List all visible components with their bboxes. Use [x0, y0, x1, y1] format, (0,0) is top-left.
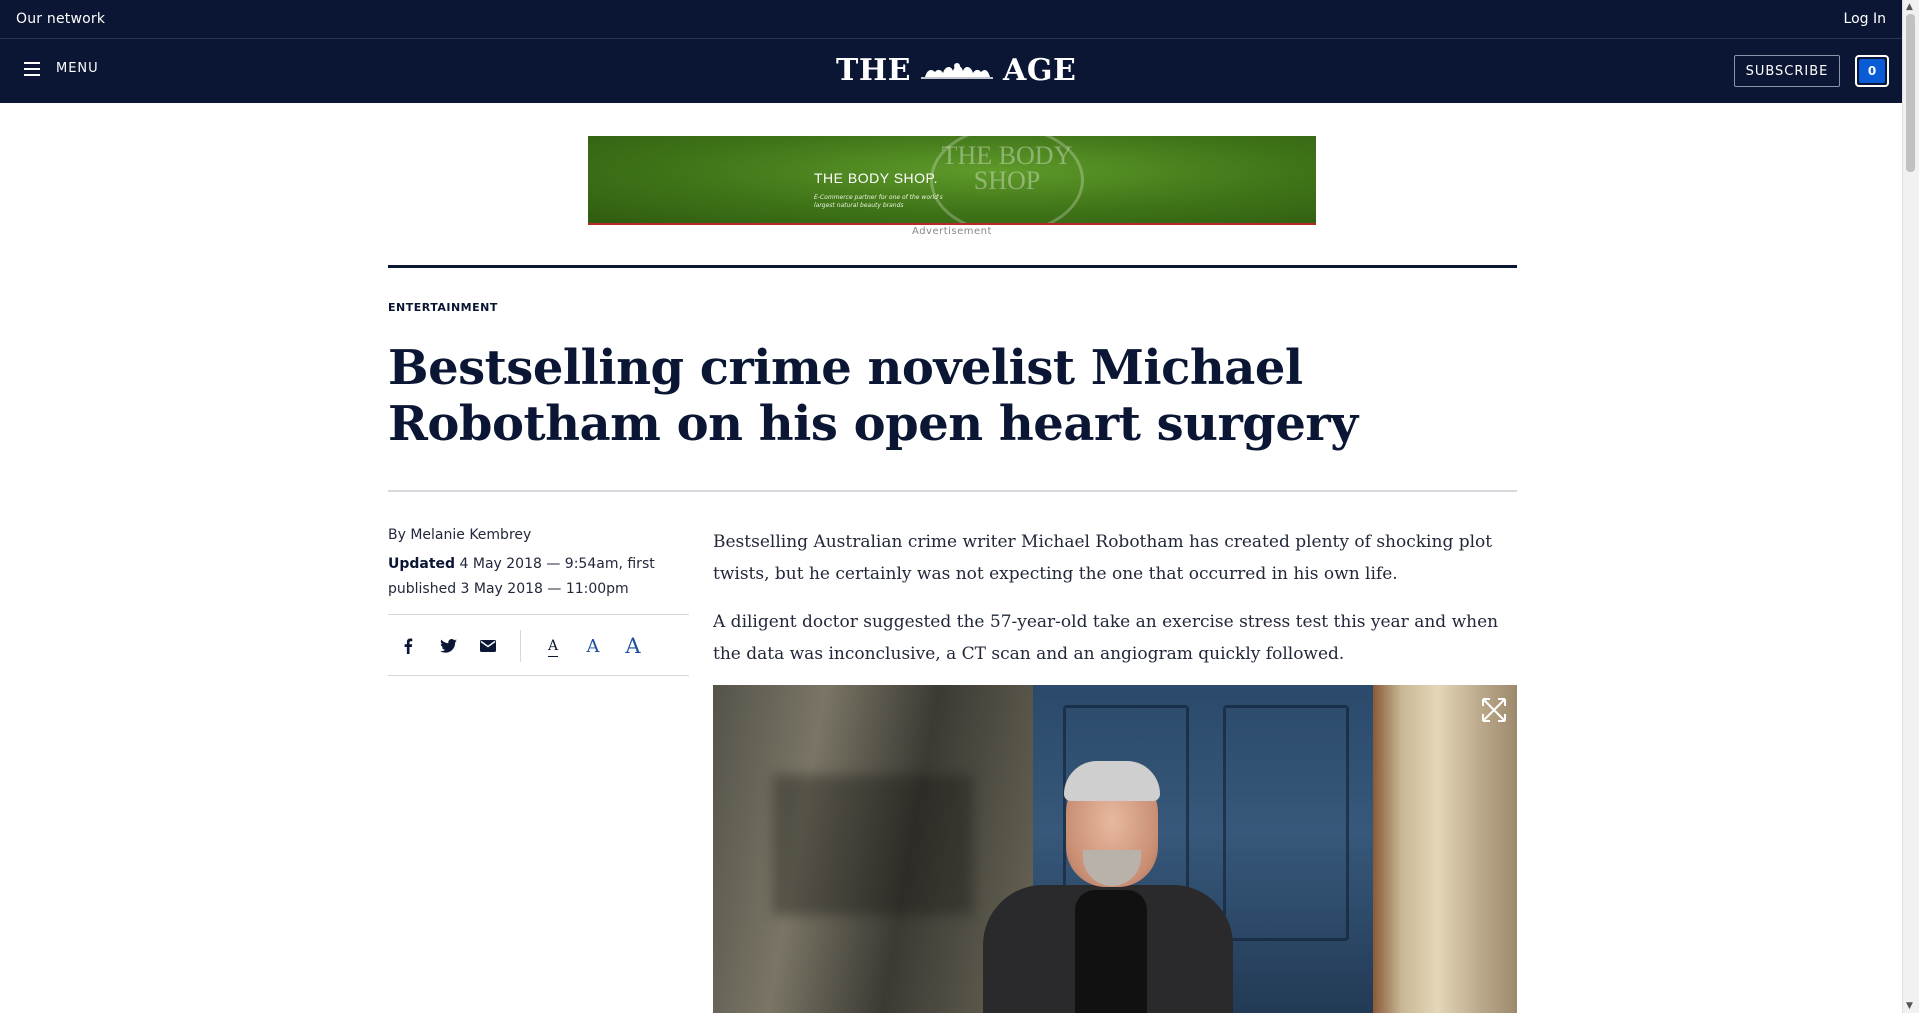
divider — [388, 265, 1517, 268]
section-label[interactable]: ENTERTAINMENT — [388, 301, 498, 314]
email-icon — [480, 640, 496, 652]
ad-tagline: E-Commerce partner for one of the world'… — [814, 194, 943, 209]
facebook-share-button[interactable] — [388, 628, 428, 664]
network-bar: Our network Log In — [0, 0, 1903, 39]
twitter-share-button[interactable] — [428, 628, 468, 664]
article-headline: Bestselling crime novelist Michael Robot… — [388, 340, 1358, 452]
our-network-link[interactable]: Our network — [16, 11, 105, 27]
scrollbar-thumb[interactable] — [1906, 14, 1915, 172]
article-paragraph: A diligent doctor suggested the 57-year-… — [713, 612, 1499, 664]
menu-icon — [24, 61, 40, 76]
article-photo[interactable] — [713, 685, 1517, 1013]
advertisement-banner[interactable]: THE BODY SHOP THE BODY SHOP. E-Commerce … — [588, 136, 1316, 225]
menu-label: MENU — [56, 61, 99, 76]
site-logo[interactable]: THE AGE — [836, 53, 1076, 88]
share-toolbar: A A A — [388, 628, 653, 664]
article-paragraph: Bestselling Australian crime writer Mich… — [713, 532, 1493, 584]
updated-label: Updated — [388, 556, 456, 572]
notification-button[interactable]: 0 — [1855, 55, 1889, 87]
expand-icon[interactable] — [1480, 696, 1508, 724]
notification-count: 0 — [1859, 59, 1885, 83]
font-size-large-button[interactable]: A — [613, 634, 653, 658]
masthead: MENU THE AGE SUBSCRIBE 0 — [0, 39, 1903, 103]
dateline: Updated 4 May 2018 — 9:54am, first publi… — [388, 552, 693, 602]
photo-pillar — [1373, 685, 1517, 1013]
logo-text-right: AGE — [1003, 53, 1077, 88]
subscribe-button[interactable]: SUBSCRIBE — [1734, 55, 1840, 87]
advertisement-label: Advertisement — [912, 226, 992, 237]
login-link[interactable]: Log In — [1844, 11, 1886, 27]
menu-button[interactable]: MENU — [24, 61, 99, 76]
scroll-up-icon[interactable]: ▲ — [1906, 2, 1913, 12]
email-share-button[interactable] — [468, 628, 508, 664]
scroll-down-icon[interactable]: ▼ — [1906, 1001, 1913, 1011]
byline: By Melanie Kembrey — [388, 527, 532, 543]
divider — [388, 614, 689, 615]
divider — [520, 630, 521, 662]
ad-brand: THE BODY SHOP. — [814, 170, 938, 186]
page-scrollbar[interactable]: ▲ ▼ — [1902, 0, 1919, 1013]
ad-logo-circle: THE BODY SHOP — [930, 136, 1084, 223]
divider — [388, 490, 1517, 492]
font-size-small-button[interactable]: A — [533, 638, 573, 654]
crest-icon — [921, 62, 994, 79]
facebook-icon — [404, 638, 413, 654]
twitter-icon — [439, 639, 457, 653]
divider — [388, 675, 689, 676]
font-size-medium-button[interactable]: A — [573, 636, 613, 657]
logo-text-left: THE — [836, 53, 912, 88]
